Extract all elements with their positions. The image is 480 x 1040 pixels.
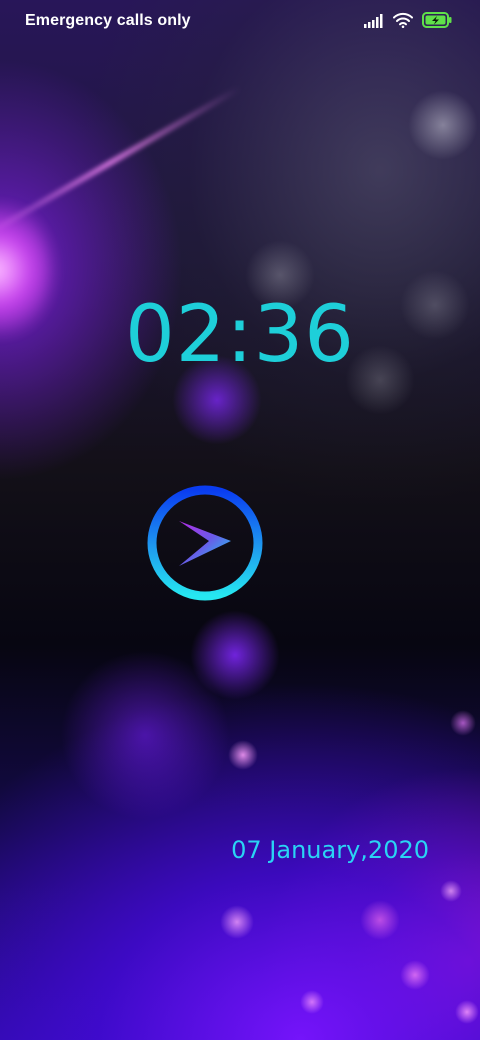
unlock-button[interactable] [145,483,265,603]
battery-charging-icon [422,12,452,32]
bokeh-light [300,990,324,1014]
lock-screen: Emergency calls only 02:36 07 January,20… [0,0,480,1040]
signal-icon [364,13,384,32]
bokeh-light [220,905,254,939]
bokeh-light [440,880,462,902]
chevron-right-icon [147,485,263,601]
lockscreen-date: 07 January,2020 [231,836,429,864]
bokeh-light [408,90,478,160]
bokeh-light [360,900,400,940]
bokeh-light [455,1000,479,1024]
wifi-icon [393,12,413,32]
status-icons [364,12,452,32]
light-streak [0,85,242,241]
carrier-status-text: Emergency calls only [25,12,191,29]
bokeh-light [400,960,430,990]
status-bar: Emergency calls only [0,0,480,44]
bokeh-light [190,610,280,700]
lockscreen-clock: 02:36 [125,290,355,380]
bokeh-light [60,650,230,820]
bokeh-light [450,710,476,736]
bokeh-light [228,740,258,770]
